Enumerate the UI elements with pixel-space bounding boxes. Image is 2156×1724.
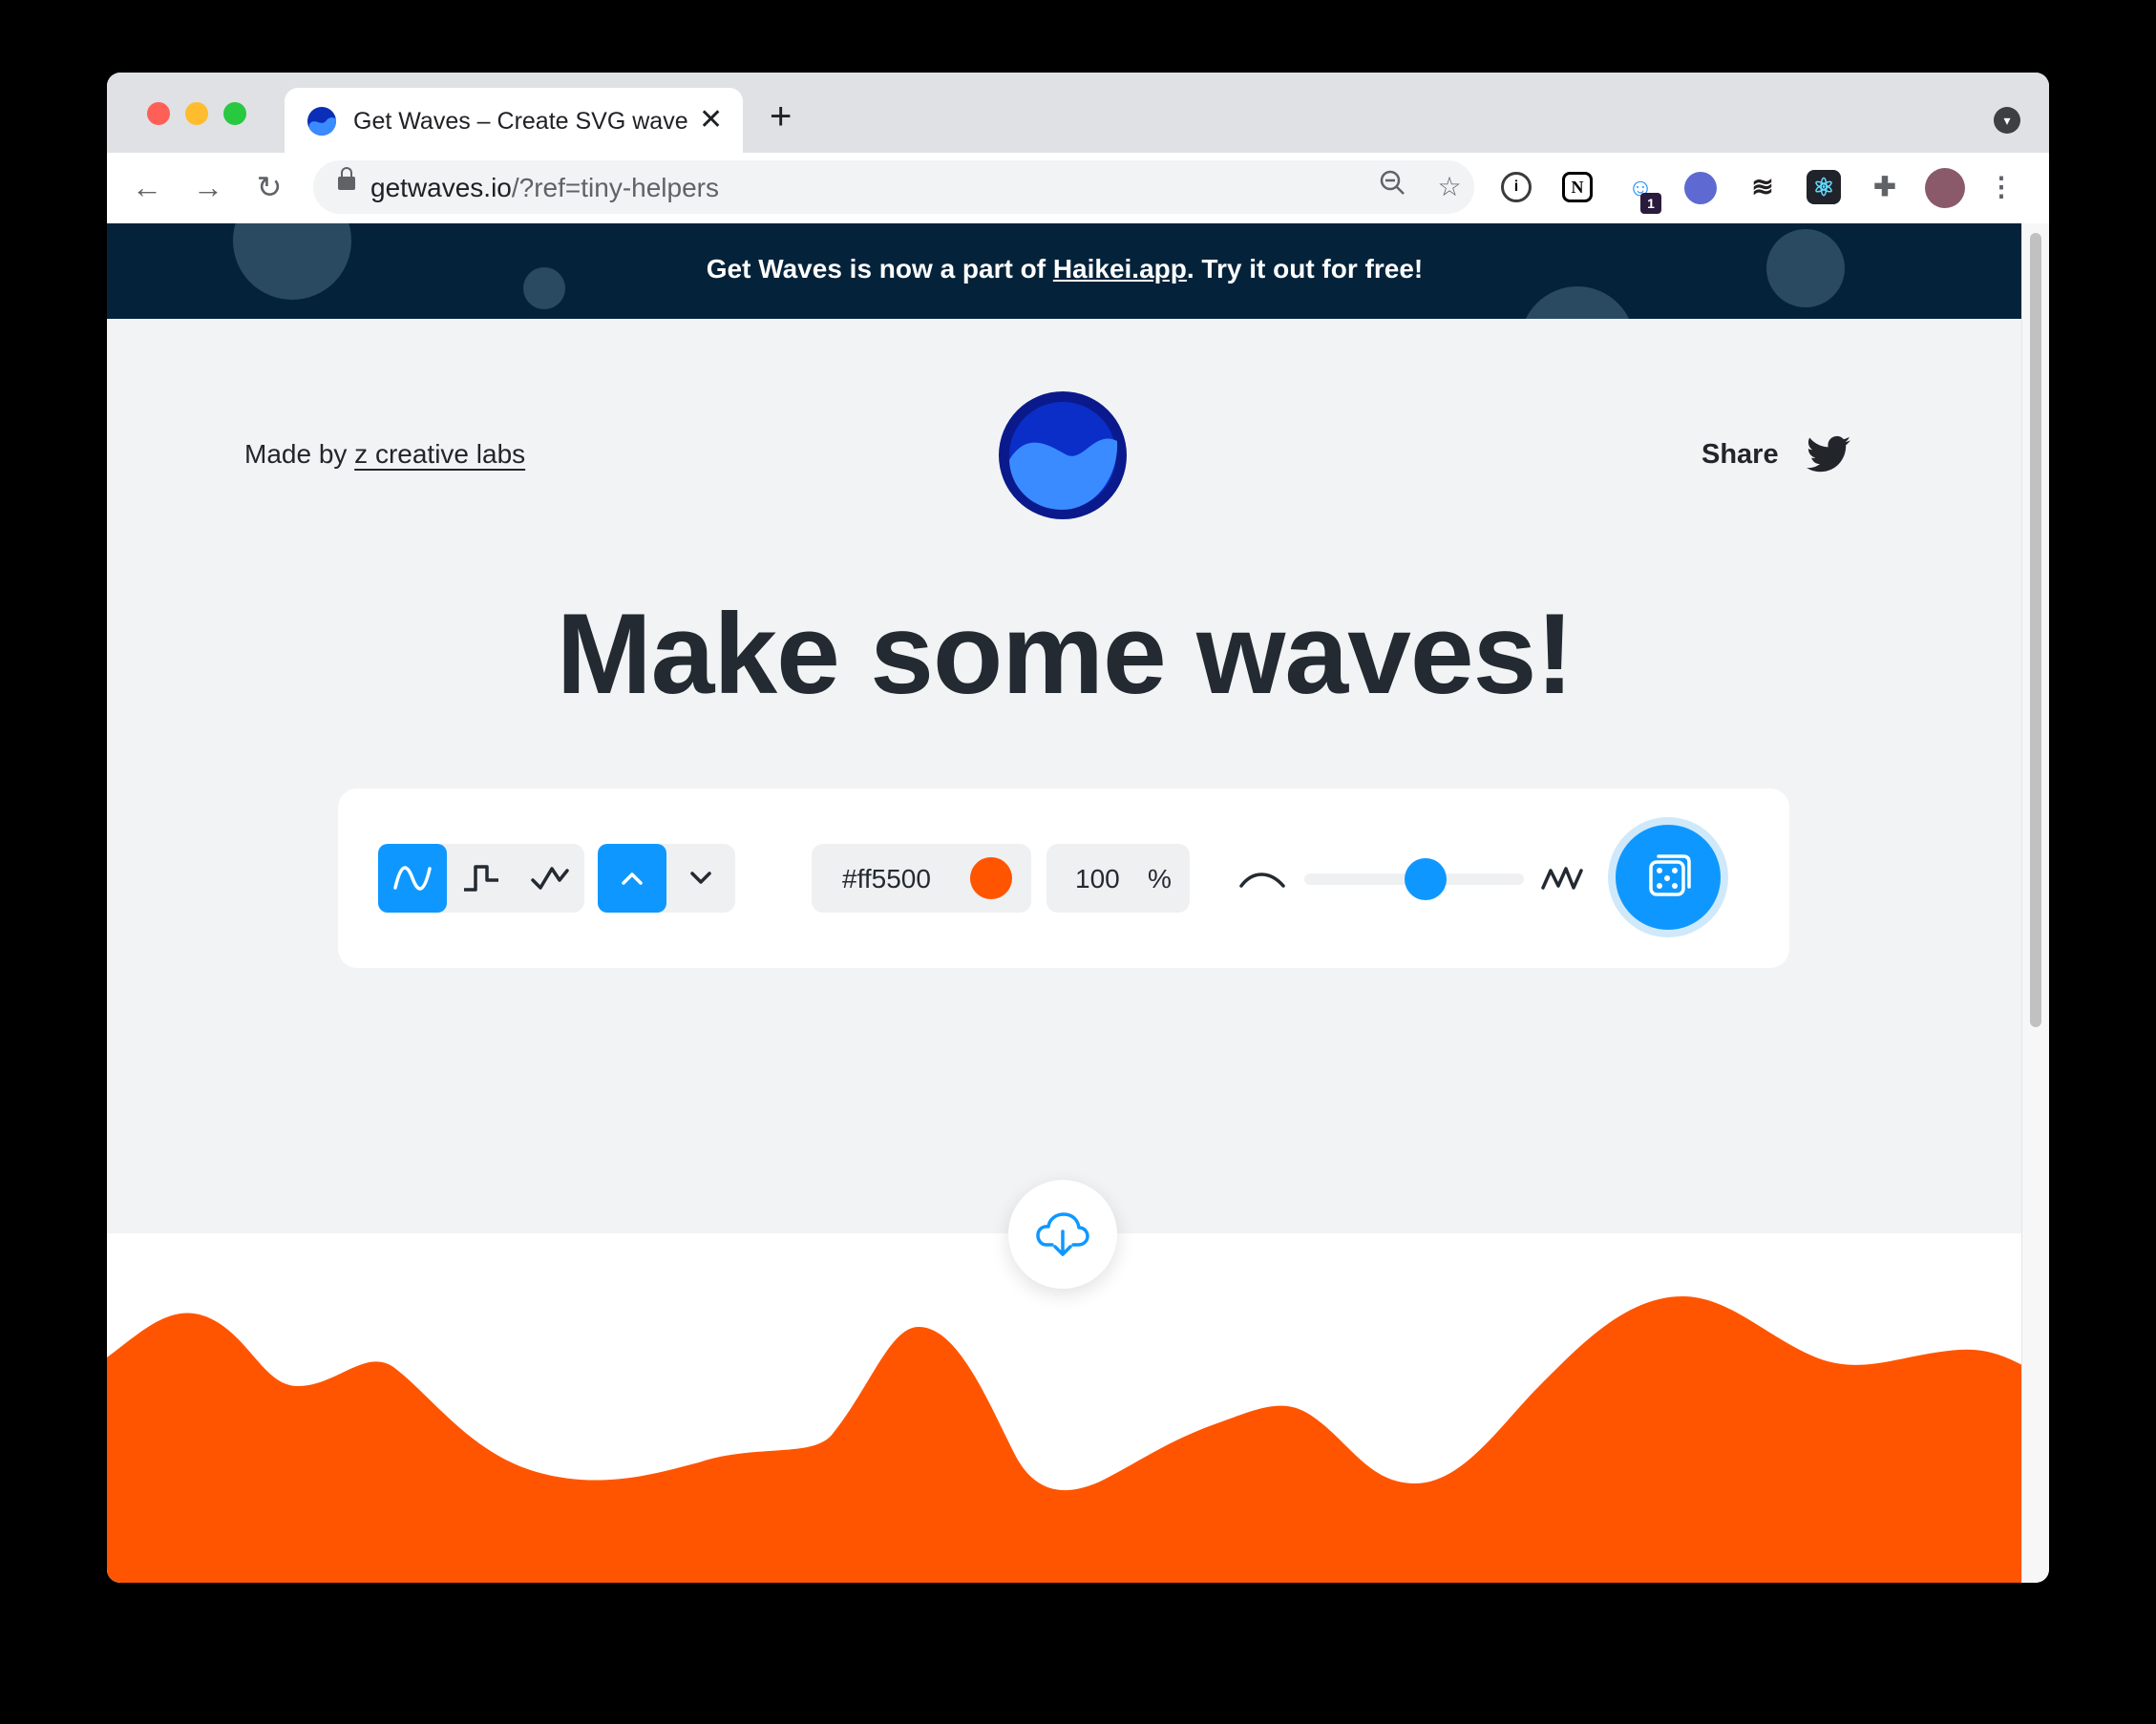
chevron-down-icon: [690, 872, 711, 884]
close-window-button[interactable]: [147, 102, 170, 125]
z-creative-labs-link[interactable]: z creative labs: [354, 439, 525, 469]
url-text: getwaves.io/?ref=tiny-helpers: [370, 173, 719, 202]
dice-icon: [1649, 854, 1691, 896]
page-content: Made by z creative labs Share Make some …: [107, 319, 2022, 1583]
minimize-window-button[interactable]: [185, 102, 208, 125]
tab-title: Get Waves – Create SVG waves for your ne…: [353, 108, 687, 135]
page-title: Make some waves!: [556, 590, 1575, 718]
address-bar[interactable]: getwaves.io/?ref=tiny-helpers ☆: [313, 160, 1474, 214]
browser-window: Get Waves – Create SVG waves for your ne…: [107, 73, 2049, 1583]
step-wave-icon: [464, 865, 498, 892]
color-picker[interactable]: #ff5500: [812, 844, 1031, 913]
smooth-wave-button[interactable]: [378, 844, 447, 913]
page-scrollbar[interactable]: [2021, 223, 2049, 1583]
extension-badge: 1: [1640, 193, 1661, 214]
tab-search-chevron-icon[interactable]: ▾: [1994, 107, 2020, 134]
low-complexity-icon: [1239, 873, 1285, 888]
share-label[interactable]: Share: [1702, 439, 1779, 471]
randomize-button[interactable]: [1608, 817, 1728, 937]
direction-up-button[interactable]: [598, 844, 666, 913]
getwaves-logo: [999, 391, 1127, 519]
high-complexity-icon: [1541, 867, 1583, 890]
new-tab-button[interactable]: +: [770, 97, 792, 136]
haikei-link[interactable]: Haikei.app: [1053, 254, 1187, 284]
opacity-input[interactable]: 100 %: [1046, 844, 1190, 913]
lock-icon: [338, 167, 355, 190]
peak-wave-button[interactable]: [516, 844, 584, 913]
color-swatch[interactable]: [970, 857, 1012, 899]
cloud-download-icon: [1036, 1212, 1089, 1256]
forward-arrow-icon[interactable]: →: [187, 166, 229, 208]
extensions-puzzle-icon[interactable]: ✚: [1868, 170, 1902, 204]
browser-menu-icon[interactable]: ⋮: [1984, 170, 2019, 204]
maximize-window-button[interactable]: [223, 102, 246, 125]
bookmark-star-icon[interactable]: ☆: [1430, 168, 1469, 206]
direction-selector: [598, 844, 735, 913]
color-hex-value: #ff5500: [842, 864, 931, 894]
tab-get-waves[interactable]: Get Waves – Create SVG waves for your ne…: [285, 88, 743, 153]
made-by: Made by z creative labs: [244, 439, 526, 469]
linear-icon[interactable]: [1684, 172, 1717, 204]
buffer-icon[interactable]: ≋: [1745, 170, 1780, 204]
opacity-unit: %: [1148, 864, 1172, 894]
download-button[interactable]: [1008, 1180, 1117, 1289]
chevron-up-icon: [622, 873, 643, 885]
react-devtools-icon[interactable]: ⚛: [1807, 170, 1841, 204]
peak-wave-icon: [531, 867, 569, 890]
notion-icon[interactable]: N: [1562, 172, 1593, 202]
announcement-banner: Get Waves is now a part of Haikei.app. T…: [107, 223, 2022, 319]
browser-toolbar: ← → ↻ getwaves.io/?ref=tiny-helpers ☆ i …: [107, 153, 2049, 224]
twitter-icon[interactable]: [1807, 435, 1850, 473]
onepassword-icon[interactable]: i: [1501, 172, 1532, 202]
complexity-slider[interactable]: [1304, 858, 1524, 900]
step-wave-button[interactable]: [447, 844, 516, 913]
smooth-wave-icon: [393, 866, 432, 891]
title-bar: Get Waves – Create SVG waves for your ne…: [107, 73, 2049, 153]
opacity-value: 100: [1075, 864, 1120, 894]
getwaves-favicon-icon: [307, 107, 336, 136]
back-arrow-icon[interactable]: ←: [126, 166, 168, 208]
controls-card: #ff5500 100 %: [338, 788, 1789, 968]
tab-close-icon[interactable]: ✕: [699, 103, 723, 137]
profile-avatar[interactable]: [1925, 168, 1965, 208]
scrollbar-thumb[interactable]: [2030, 233, 2041, 1027]
complexity-slider-thumb[interactable]: [1404, 858, 1447, 900]
zoom-icon[interactable]: [1373, 168, 1411, 206]
direction-down-button[interactable]: [666, 844, 735, 913]
reload-icon[interactable]: ↻: [248, 166, 290, 208]
randomize-button-inner: [1616, 825, 1721, 930]
decorative-bubble: [1520, 286, 1635, 319]
banner-text: Get Waves is now a part of Haikei.app. T…: [706, 254, 1424, 284]
wave-type-selector: [378, 844, 584, 913]
